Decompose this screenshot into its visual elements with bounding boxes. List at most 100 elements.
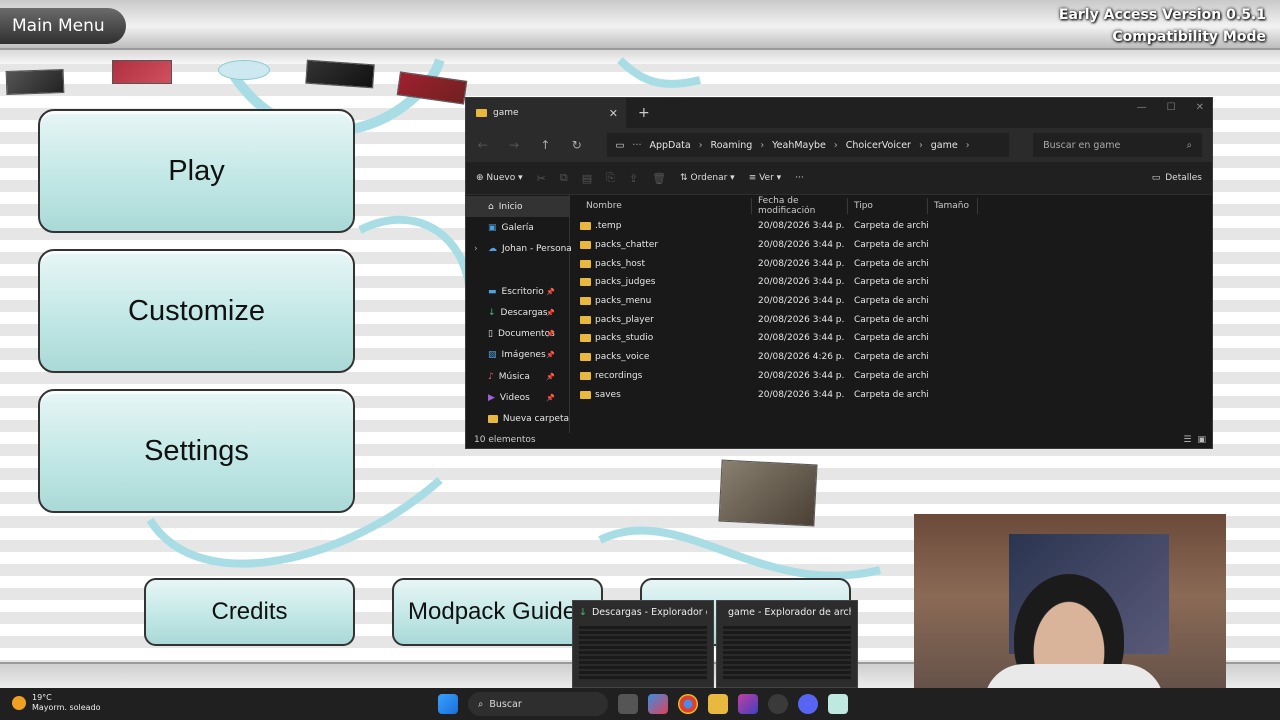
more-options-icon[interactable]: ··· [795, 173, 804, 183]
nav-label: Inicio [498, 201, 523, 212]
store-icon[interactable] [648, 694, 668, 714]
discord-icon[interactable] [798, 694, 818, 714]
file-row[interactable]: packs_judges 20/08/2026 3:44 p. m. Carpeta… [580, 273, 1210, 292]
minimize-icon[interactable]: — [1137, 102, 1147, 113]
gallery-icon: ▣ [488, 222, 497, 233]
new-tab-icon[interactable]: + [638, 105, 650, 121]
chevron-right-icon: › [965, 139, 970, 151]
file-row[interactable]: packs_voice 20/08/2026 4:26 p. m. Carpeta … [580, 348, 1210, 367]
file-row[interactable]: recordings 20/08/2026 3:44 p. m. Carpeta d… [580, 367, 1210, 386]
nav-item-onedrive[interactable]: › ☁ Johan - Persona [466, 239, 572, 260]
copy-icon[interactable]: ⧉ [560, 171, 568, 185]
file-row[interactable]: packs_host 20/08/2026 3:44 p. m. Carpeta d… [580, 254, 1210, 273]
weather-widget[interactable]: 19°C Mayorm. soleado [12, 693, 101, 713]
file-modified: 20/08/2026 3:44 p. m. [758, 240, 848, 251]
file-modified: 20/08/2026 3:44 p. m. [758, 370, 848, 381]
new-button[interactable]: ⊕ Nuevo ▾ [476, 173, 523, 183]
windows-start-icon[interactable] [438, 694, 458, 714]
column-name[interactable]: Nombre [580, 198, 752, 214]
cut-icon[interactable]: ✂ [537, 172, 546, 185]
delete-icon[interactable]: 🗑 [652, 172, 666, 185]
nav-item-music[interactable]: ♪ Música 📌 [466, 366, 569, 387]
floating-thumbnail [5, 68, 65, 96]
nav-item-gallery[interactable]: ▣ Galería [466, 217, 569, 238]
share-icon[interactable]: ⇪ [629, 172, 638, 185]
customize-button[interactable]: Customize [38, 249, 355, 373]
video-icon: ▶ [488, 393, 495, 404]
column-type[interactable]: Tipo [848, 198, 928, 214]
details-view-icon[interactable]: ☰ [1183, 435, 1191, 445]
nav-item-home[interactable]: ⌂ Inicio [466, 196, 569, 218]
play-button[interactable]: Play [38, 109, 355, 233]
folder-icon [580, 241, 591, 250]
settings-button[interactable]: Settings [38, 389, 355, 513]
taskbar: 19°C Mayorm. soleado ⌕ Buscar [0, 688, 1280, 720]
file-row[interactable]: .temp 20/08/2026 3:44 p. m. Carpeta de arc… [580, 217, 1210, 236]
tiles-view-icon[interactable]: ▣ [1197, 435, 1206, 445]
nav-item-downloads[interactable]: ↓ Descargas 📌 [466, 302, 569, 323]
folder-icon [580, 353, 591, 362]
breadcrumb-item[interactable]: AppData [649, 140, 690, 151]
nav-item-new-folder[interactable]: Nueva carpeta [466, 409, 569, 430]
nav-item-videos[interactable]: ▶ Videos 📌 [466, 387, 569, 408]
taskbar-search[interactable]: ⌕ Buscar [468, 692, 608, 716]
file-row[interactable]: packs_studio 20/08/2026 3:44 p. m. Carpeta… [580, 329, 1210, 348]
credits-button[interactable]: Credits [144, 578, 355, 646]
column-size[interactable]: Tamaño [928, 198, 978, 214]
instagram-icon[interactable] [738, 694, 758, 714]
expand-icon[interactable]: › [474, 244, 478, 254]
more-path-icon[interactable]: ··· [632, 140, 641, 151]
task-view-icon[interactable] [618, 694, 638, 714]
file-row[interactable]: packs_player 20/08/2026 3:44 p. m. Carpeta… [580, 310, 1210, 329]
sort-button[interactable]: ⇅ Ordenar ▾ [680, 173, 735, 183]
close-tab-icon[interactable]: ✕ [609, 107, 618, 120]
rename-icon[interactable]: ⎘ [606, 171, 615, 185]
file-row[interactable]: saves 20/08/2026 3:44 p. m. Carpeta de arc… [580, 385, 1210, 404]
view-button[interactable]: ≡ Ver ▾ [749, 173, 782, 183]
notepad-icon[interactable] [828, 694, 848, 714]
close-window-icon[interactable]: ✕ [1196, 102, 1204, 113]
file-name: packs_studio [595, 333, 654, 344]
maximize-icon[interactable]: ☐ [1167, 102, 1176, 113]
file-name-cell: .temp [580, 221, 752, 231]
file-name: packs_voice [595, 352, 650, 363]
forward-icon[interactable]: → [507, 138, 520, 152]
paste-icon[interactable]: ▤ [582, 172, 592, 185]
temperature: 19°C [32, 693, 52, 702]
file-explorer-icon[interactable] [708, 694, 728, 714]
file-name-cell: packs_studio [580, 333, 752, 343]
taskbar-preview-downloads[interactable]: ↓ Descargas - Explorador de... [572, 600, 714, 688]
nav-item-desktop[interactable]: ▬ Escritorio 📌 [466, 281, 569, 302]
nav-item-documents[interactable]: ▯ Documentos 📌 [466, 323, 569, 344]
up-icon[interactable]: ↑ [539, 138, 552, 152]
steam-icon[interactable] [768, 694, 788, 714]
folder-icon [476, 109, 487, 117]
breadcrumb-item[interactable]: game [931, 140, 958, 151]
breadcrumb-item[interactable]: ChoicerVoicer [846, 140, 911, 151]
version-info: Early Access Version 0.5.1 Compatibility… [1059, 4, 1266, 48]
file-row[interactable]: packs_menu 20/08/2026 3:44 p. m. Carpeta d… [580, 292, 1210, 311]
sun-icon [12, 696, 26, 710]
file-row[interactable]: packs_chatter 20/08/2026 3:44 p. m. Carpet… [580, 236, 1210, 255]
compat-mode-text: Compatibility Mode [1112, 29, 1266, 45]
file-type: Carpeta de archivos [854, 296, 928, 307]
refresh-icon[interactable]: ↻ [570, 138, 583, 152]
breadcrumb-item[interactable]: Roaming [711, 140, 753, 151]
folder-icon [580, 297, 591, 306]
file-name-cell: packs_judges [580, 277, 752, 287]
breadcrumb-item[interactable]: YeahMaybe [772, 140, 826, 151]
details-button[interactable]: ▭ Detalles [1152, 173, 1202, 183]
back-icon[interactable]: ← [476, 138, 489, 152]
document-icon: ▯ [488, 329, 493, 340]
chrome-icon[interactable] [678, 694, 698, 714]
taskbar-preview-game[interactable]: game - Explorador de arch... [716, 600, 858, 688]
nav-item-pictures[interactable]: ▨ Imágenes 📌 [466, 345, 569, 366]
address-bar[interactable]: ▭ ··· AppData › Roaming › YeahMaybe › Choic… [607, 133, 1010, 157]
nav-label: Videos [499, 393, 530, 404]
file-name-cell: packs_menu [580, 296, 752, 306]
file-name-cell: recordings [580, 371, 752, 381]
column-modified[interactable]: Fecha de modificación [752, 196, 848, 216]
search-input[interactable]: Buscar en game ⌕ [1033, 133, 1202, 157]
explorer-tab[interactable]: game ✕ [466, 98, 626, 128]
